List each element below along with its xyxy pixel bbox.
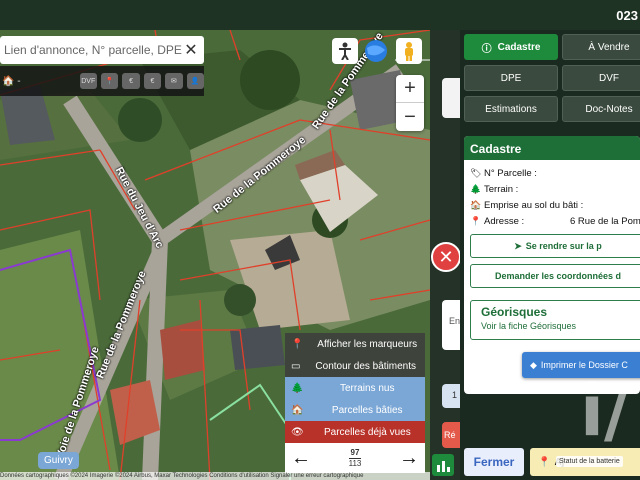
row-label: Terrain : bbox=[484, 184, 519, 195]
euro-icon[interactable]: € bbox=[122, 73, 140, 89]
tab-label: Doc-Notes bbox=[585, 103, 633, 115]
button-label: Se rendre sur la p bbox=[525, 241, 602, 251]
search-input[interactable] bbox=[4, 43, 182, 57]
footprint-row: 🏠 Emprise au sol du bâti : bbox=[470, 200, 583, 211]
tree-icon: 🌲 bbox=[470, 184, 482, 194]
go-to-parcel-button[interactable]: ➤ Se rendre sur la p bbox=[470, 234, 640, 258]
tab-estimations[interactable]: Estimations bbox=[464, 96, 558, 122]
land-row: 🌲 Terrain : bbox=[470, 184, 518, 195]
search-box: ✕ bbox=[0, 36, 204, 64]
button-label: Imprimer le Dossier C bbox=[540, 360, 628, 370]
tab-label: Cadastre bbox=[497, 41, 541, 53]
tab-label: À Vendre bbox=[588, 41, 630, 53]
zoom-in-button[interactable]: + bbox=[396, 75, 424, 103]
georisques-title: Géorisques bbox=[481, 305, 548, 319]
button-label: Demander les coordonnées d bbox=[494, 271, 622, 281]
row-label: Adresse : bbox=[484, 216, 525, 227]
tree-icon: 🌲 bbox=[291, 382, 304, 394]
toggle-built-parcels[interactable]: 🏠 Parcelles bâties bbox=[285, 399, 425, 421]
legend-label: Parcelles bâties bbox=[331, 404, 403, 416]
euro-icon[interactable]: € bbox=[143, 73, 162, 89]
pin-icon[interactable]: 📍 bbox=[100, 73, 119, 89]
address-value: 6 Rue de la Pomm bbox=[570, 216, 640, 227]
zoom-control: + − bbox=[396, 75, 424, 131]
place-label: Guivry bbox=[38, 452, 79, 469]
legend-label: Afficher les marqueurs bbox=[317, 338, 418, 350]
mail-icon[interactable]: ✉ bbox=[165, 73, 183, 89]
navigate-icon: ➤ bbox=[514, 240, 522, 251]
top-bar: 023 bbox=[0, 0, 640, 30]
home-prefix: 🏠 - bbox=[2, 75, 21, 87]
page-total: 113 bbox=[348, 458, 362, 468]
person-icon[interactable]: 👤 bbox=[186, 73, 204, 89]
tab-cadastre[interactable]: ⓘ Cadastre bbox=[464, 34, 558, 60]
card-title: Cadastre bbox=[464, 136, 640, 160]
pin-icon: 📍 bbox=[291, 338, 304, 350]
watermark-logo: i/ bbox=[580, 370, 630, 452]
house-icon: 🏠 bbox=[470, 200, 482, 210]
strip-label: En bbox=[449, 316, 461, 326]
pager: ← 97 113 → bbox=[285, 443, 425, 473]
pegman-icon[interactable] bbox=[396, 38, 422, 64]
accessibility-icon[interactable] bbox=[332, 38, 358, 64]
strip-label: 1 bbox=[452, 390, 458, 400]
legend-label: Parcelles déjà vues bbox=[323, 426, 411, 438]
zoom-out-button[interactable]: − bbox=[396, 103, 424, 131]
chart-icon[interactable] bbox=[432, 454, 454, 476]
legend-label: Terrains nus bbox=[339, 382, 395, 394]
page-counter: 97 113 bbox=[348, 447, 362, 469]
tab-doc-notes[interactable]: Doc-Notes bbox=[562, 96, 640, 122]
pin-icon: 📍 bbox=[470, 216, 482, 226]
prev-arrow-icon[interactable]: ← bbox=[291, 447, 311, 470]
toggle-bare-land[interactable]: 🌲 Terrains nus bbox=[285, 377, 425, 399]
request-coordinates-button[interactable]: Demander les coordonnées d bbox=[470, 264, 640, 288]
pin-icon: 📍 bbox=[538, 456, 551, 468]
eye-icon: 👁 bbox=[291, 426, 304, 438]
close-button[interactable]: Fermer bbox=[464, 448, 524, 476]
search-sub-toolbar: 🏠 - DVF 📍 € € ✉ 👤 bbox=[0, 66, 204, 96]
toggle-building-outline[interactable]: ▭ Contour des bâtiments bbox=[285, 355, 425, 377]
diamond-icon: ◆ bbox=[530, 359, 537, 370]
tab-dpe[interactable]: DPE bbox=[464, 65, 558, 91]
status-tooltip: Statut de la batterie bbox=[556, 456, 623, 467]
header-number: 023 bbox=[616, 8, 638, 23]
legend-panel: 📍 Afficher les marqueurs ▭ Contour des b… bbox=[285, 333, 425, 473]
toggle-seen-parcels[interactable]: 👁 Parcelles déjà vues bbox=[285, 421, 425, 443]
row-label: Emprise au sol du bâti : bbox=[484, 200, 584, 211]
house-icon: 🏠 bbox=[291, 404, 304, 416]
outline-icon: ▭ bbox=[291, 360, 301, 372]
tab-a-vendre[interactable]: À Vendre bbox=[562, 34, 640, 60]
tag-icon: 🏷 bbox=[470, 168, 482, 178]
info-icon: ⓘ bbox=[481, 43, 492, 55]
address-row: 📍 Adresse : 6 Rue de la Pomm bbox=[470, 216, 640, 227]
tab-label: Estimations bbox=[485, 103, 537, 115]
next-arrow-icon[interactable]: → bbox=[399, 447, 419, 470]
row-label: N° Parcelle : bbox=[484, 168, 537, 179]
cadastre-card: Cadastre 🏷 N° Parcelle : 🌲 Terrain : 🏠 E… bbox=[464, 136, 640, 394]
legend-label: Contour des bâtiments bbox=[315, 360, 417, 372]
page-current: 97 bbox=[348, 447, 362, 459]
tab-label: DPE bbox=[500, 72, 522, 84]
map-attribution: Données cartographiques ©2024 Imagerie ©… bbox=[0, 472, 430, 480]
dvf-icon[interactable]: DVF bbox=[79, 73, 97, 89]
close-panel-button[interactable]: ✕ bbox=[431, 242, 461, 272]
tab-dvf[interactable]: DVF bbox=[562, 65, 640, 91]
strip-label: Ré bbox=[444, 430, 456, 440]
tab-label: DVF bbox=[599, 72, 619, 84]
globe-icon[interactable] bbox=[363, 38, 389, 64]
toggle-markers[interactable]: 📍 Afficher les marqueurs bbox=[285, 333, 425, 355]
parcel-number-row: 🏷 N° Parcelle : bbox=[470, 168, 537, 179]
georisques-box[interactable]: Géorisques Voir la fiche Géorisques bbox=[470, 300, 640, 340]
clear-icon[interactable]: ✕ bbox=[182, 40, 200, 60]
georisques-link[interactable]: Voir la fiche Géorisques bbox=[481, 321, 635, 331]
